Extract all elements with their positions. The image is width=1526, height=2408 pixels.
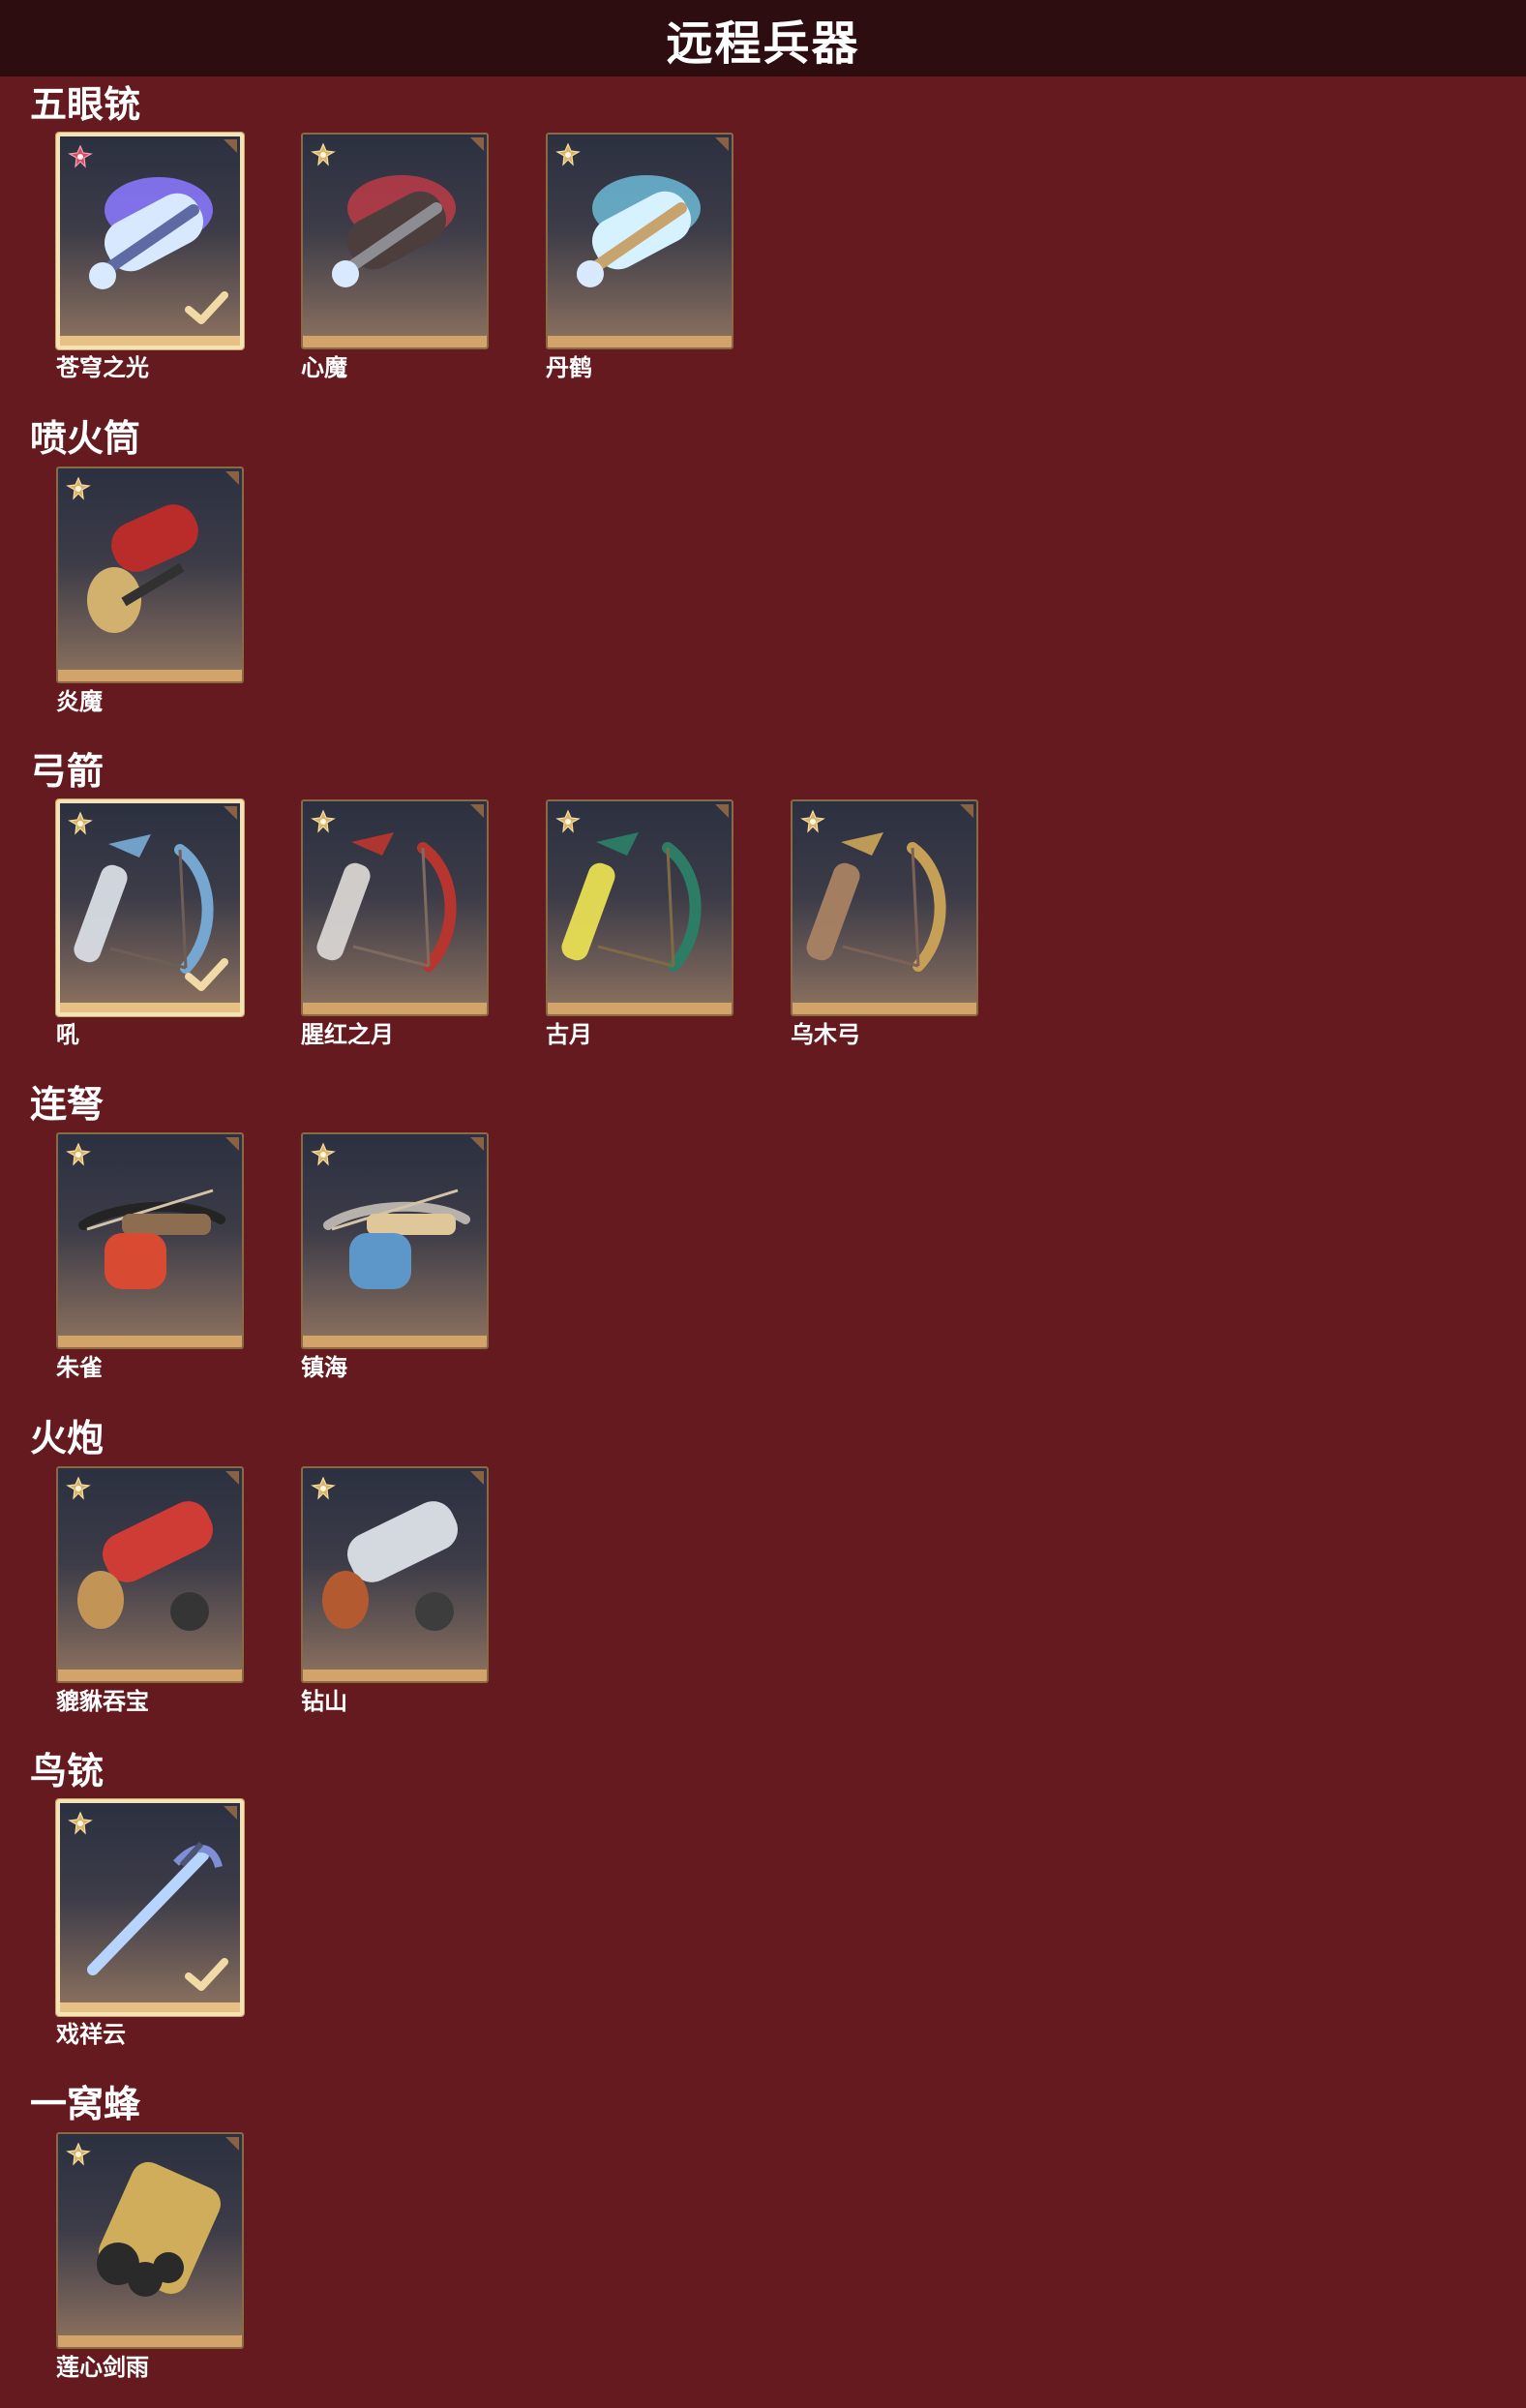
weapon-card-selected[interactable]	[56, 1799, 244, 2016]
weapon-label: 古月	[546, 1021, 592, 1048]
weapon-item[interactable]: 貔貅吞宝	[56, 1466, 244, 1716]
weapon-label: 炎魔	[56, 688, 103, 715]
rocket-launcher-icon	[68, 2152, 234, 2324]
weapon-item[interactable]: 炎魔	[56, 467, 244, 716]
weapon-item[interactable]: 莲心剑雨	[56, 2132, 244, 2382]
bow-and-quiver-icon	[557, 819, 724, 991]
weapon-card[interactable]	[791, 799, 978, 1016]
corner-tab-icon	[470, 804, 484, 818]
bow-and-quiver-icon	[313, 819, 479, 991]
page-header: 远程兵器	[0, 0, 1526, 76]
cannon-icon	[68, 1486, 234, 1658]
weapon-item[interactable]: 苍穹之光	[56, 133, 244, 382]
weapon-item[interactable]: 丹鹤	[546, 133, 733, 382]
weapon-item[interactable]: 镇海	[301, 1132, 489, 1382]
weapon-card-selected[interactable]	[56, 799, 244, 1016]
bow-and-quiver-icon	[802, 819, 969, 991]
section-title: 火炮	[30, 1417, 105, 1460]
corner-tab-icon	[224, 806, 237, 820]
weapon-card[interactable]	[546, 133, 733, 349]
section-title: 鸟铳	[30, 1750, 105, 1792]
weapon-card[interactable]	[301, 1466, 489, 1683]
weapon-item[interactable]: 钻山	[301, 1466, 489, 1716]
weapon-label: 莲心剑雨	[56, 2354, 149, 2381]
weapon-label: 镇海	[301, 1354, 347, 1381]
corner-tab-icon	[225, 471, 239, 485]
weapon-section: 鸟铳 戏祥云	[0, 1750, 1526, 2048]
weapon-item[interactable]: 朱雀	[56, 1132, 244, 1382]
weapon-label: 苍穹之光	[56, 354, 149, 381]
weapon-label: 乌木弓	[791, 1021, 860, 1048]
weapon-label: 朱雀	[56, 1354, 103, 1381]
checkmark-icon	[184, 1956, 230, 1995]
weapon-item[interactable]: 戏祥云	[56, 1799, 244, 2049]
weapon-card[interactable]	[546, 799, 733, 1016]
corner-tab-icon	[470, 137, 484, 151]
weapon-card[interactable]	[301, 799, 489, 1016]
corner-tab-icon	[224, 139, 237, 153]
cannon-icon	[313, 1486, 479, 1658]
corner-tab-icon	[225, 2137, 239, 2151]
checkmark-icon	[184, 956, 230, 995]
weapon-section: 一窝蜂 莲心剑雨	[0, 2083, 1526, 2381]
five-barrel-gun-icon	[313, 152, 479, 324]
crossbow-icon	[68, 1152, 234, 1324]
corner-tab-icon	[715, 804, 729, 818]
section-title: 弓箭	[30, 750, 105, 793]
corner-tab-icon	[470, 1471, 484, 1485]
crossbow-icon	[313, 1152, 479, 1324]
section-title: 五眼铳	[30, 83, 141, 126]
weapon-label: 丹鹤	[546, 354, 592, 381]
weapon-item[interactable]: 古月	[546, 799, 733, 1049]
weapon-section: 五眼铳 苍穹之光 心魔 丹鹤	[0, 83, 1526, 381]
checkmark-icon	[184, 289, 230, 328]
weapon-label: 钻山	[301, 1688, 347, 1715]
weapon-section: 弓箭 吼 腥红之月 古月 乌木弓	[0, 750, 1526, 1048]
weapon-card[interactable]	[301, 1132, 489, 1349]
weapon-label: 戏祥云	[56, 2021, 126, 2048]
weapon-card[interactable]	[56, 2132, 244, 2349]
weapon-card[interactable]	[56, 1132, 244, 1349]
weapon-label: 貔貅吞宝	[56, 1688, 149, 1715]
weapon-item[interactable]: 心魔	[301, 133, 489, 382]
page-title: 远程兵器	[666, 15, 860, 71]
weapon-label: 吼	[56, 1021, 79, 1048]
weapon-card[interactable]	[56, 467, 244, 683]
weapon-section: 喷火筒 炎魔	[0, 417, 1526, 715]
weapon-card-selected[interactable]	[56, 133, 244, 349]
corner-tab-icon	[225, 1471, 239, 1485]
weapon-item[interactable]: 腥红之月	[301, 799, 489, 1049]
corner-tab-icon	[225, 1137, 239, 1151]
corner-tab-icon	[224, 1806, 237, 1820]
section-title: 一窝蜂	[30, 2083, 141, 2125]
weapon-section: 火炮 貔貅吞宝 钻山	[0, 1417, 1526, 1715]
weapon-label: 腥红之月	[301, 1021, 394, 1048]
five-barrel-gun-icon	[557, 152, 724, 324]
corner-tab-icon	[960, 804, 973, 818]
section-title: 连弩	[30, 1083, 105, 1126]
corner-tab-icon	[715, 137, 729, 151]
weapon-card[interactable]	[56, 1466, 244, 1683]
weapon-item[interactable]: 乌木弓	[791, 799, 978, 1049]
weapon-card[interactable]	[301, 133, 489, 349]
weapon-item[interactable]: 吼	[56, 799, 244, 1049]
weapon-section: 连弩 朱雀 镇海	[0, 1083, 1526, 1381]
section-title: 喷火筒	[30, 417, 141, 460]
corner-tab-icon	[470, 1137, 484, 1151]
flame-tube-icon	[68, 486, 234, 658]
weapon-label: 心魔	[301, 354, 347, 381]
